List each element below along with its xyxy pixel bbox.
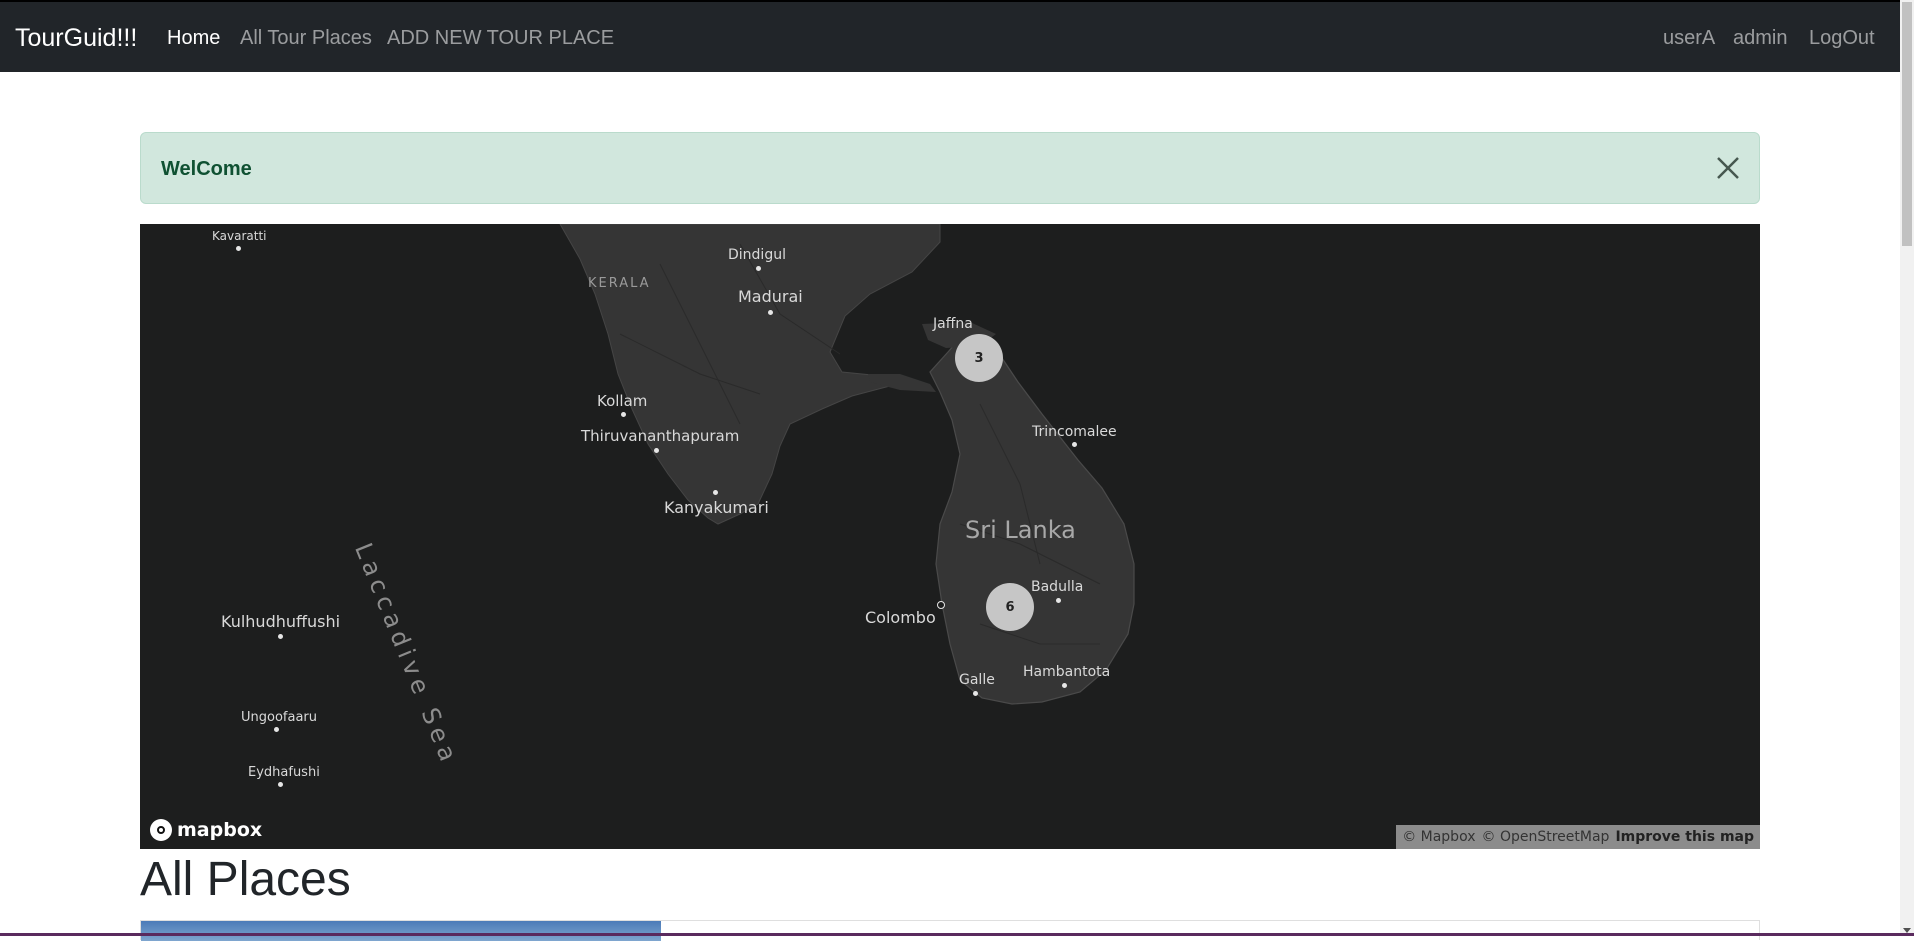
attribution-mapbox[interactable]: © Mapbox [1402, 829, 1475, 845]
map-cluster-south[interactable]: 6 [986, 583, 1034, 631]
map-label-dindigul: Dindigul [728, 247, 786, 263]
nav-link-logout[interactable]: LogOut [1809, 27, 1875, 50]
map-dot-kanyakumari [713, 490, 718, 495]
map-dot-kavaratti [236, 246, 241, 251]
map-dot-hambantota [1062, 683, 1067, 688]
nav-link-home[interactable]: Home [167, 27, 220, 50]
nav-link-user[interactable]: userA [1663, 27, 1715, 50]
map-label-thiruvananthapuram: Thiruvananthapuram [581, 427, 740, 445]
map-dot-eydhafushi [278, 782, 283, 787]
mapbox-logo[interactable]: mapbox [150, 819, 262, 841]
map-label-kanyakumari: Kanyakumari [664, 498, 769, 517]
map-label-kerala: KERALA [588, 276, 651, 291]
improve-map-link[interactable]: Improve this map [1615, 829, 1754, 845]
map-dot-madurai [768, 310, 773, 315]
map-label-ungoofaaru: Ungoofaaru [241, 710, 318, 725]
map-label-hambantota: Hambantota [1023, 664, 1111, 680]
map-label-kavaratti: Kavaratti [212, 229, 267, 243]
map-label-eydhafushi: Eydhafushi [248, 765, 320, 780]
map-dot-badulla [1056, 598, 1061, 603]
map-dot-kulhudhuffushi [278, 634, 283, 639]
navbar-brand[interactable]: TourGuid!!! [15, 24, 137, 53]
mapbox-logo-text: mapbox [177, 819, 263, 841]
navbar: TourGuid!!! Home All Tour Places ADD NEW… [0, 0, 1900, 72]
page-scrollbar[interactable] [1900, 0, 1914, 936]
place-card[interactable] [140, 920, 1760, 941]
scrollbar-thumb[interactable] [1902, 2, 1912, 246]
nav-link-all-tour-places[interactable]: All Tour Places [240, 27, 372, 50]
map-label-badulla: Badulla [1031, 579, 1084, 595]
map-label-madurai: Madurai [738, 287, 803, 306]
map-label-colombo: Colombo [865, 608, 936, 627]
map-attribution: © Mapbox © OpenStreetMap Improve this ma… [1396, 825, 1760, 849]
close-icon[interactable] [1715, 155, 1741, 181]
map-dot-colombo [937, 601, 945, 609]
map-label-galle: Galle [959, 672, 995, 688]
map-label-kulhudhuffushi: Kulhudhuffushi [221, 612, 341, 631]
alert-message: WelCome [161, 158, 252, 180]
map-dot-thiruvananthapuram [654, 448, 659, 453]
map[interactable]: Kavaratti Dindigul KERALA Madurai Jaffna… [140, 224, 1760, 849]
nav-link-admin[interactable]: admin [1733, 27, 1787, 50]
welcome-alert: WelCome [140, 132, 1760, 204]
map-label-jaffna: Jaffna [933, 316, 973, 332]
nav-link-add-new-tour-place[interactable]: ADD NEW TOUR PLACE [387, 27, 614, 50]
all-places-heading: All Places [140, 853, 351, 906]
map-dot-galle [973, 691, 978, 696]
map-cluster-north[interactable]: 3 [955, 334, 1003, 382]
mapbox-logo-icon [150, 819, 172, 841]
place-card-image [141, 921, 661, 941]
map-dot-dindigul [756, 266, 761, 271]
map-dot-trincomalee [1072, 442, 1077, 447]
map-label-kollam: Kollam [597, 392, 648, 410]
map-label-sri-lanka: Sri Lanka [965, 516, 1076, 544]
attribution-osm[interactable]: © OpenStreetMap [1482, 829, 1610, 845]
map-dot-kollam [621, 412, 626, 417]
map-label-trincomalee: Trincomalee [1032, 424, 1117, 440]
map-dot-ungoofaaru [274, 727, 279, 732]
